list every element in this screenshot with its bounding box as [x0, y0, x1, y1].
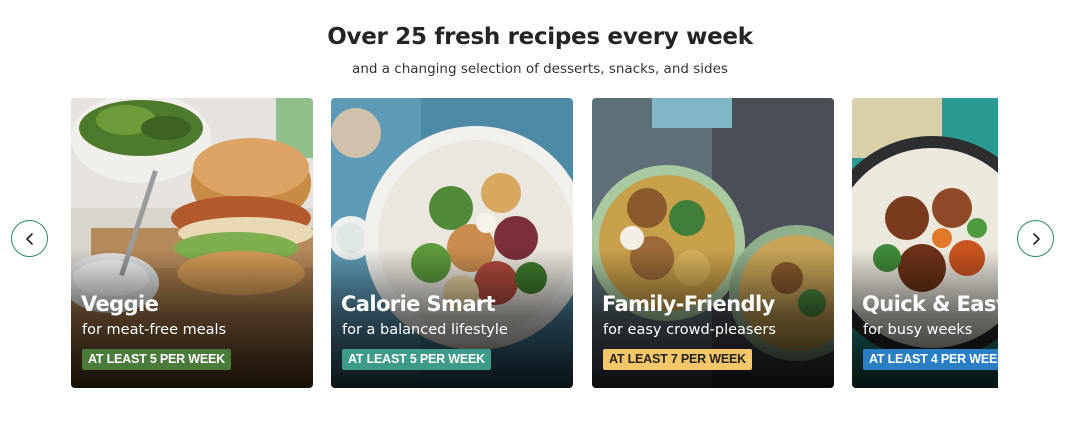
- card-title: Calorie Smart: [341, 292, 496, 316]
- card-title: Family-Friendly: [602, 292, 775, 316]
- category-card-family-friendly[interactable]: Family-Friendly for easy crowd-pleasers …: [592, 98, 834, 388]
- card-title: Veggie: [81, 292, 159, 316]
- carousel-prev-button[interactable]: [11, 220, 48, 257]
- card-description: for busy weeks: [863, 322, 973, 338]
- category-card-veggie[interactable]: Veggie for meat-free meals AT LEAST 5 PE…: [71, 98, 313, 388]
- category-card-quick-easy[interactable]: Quick & Easy for busy weeks AT LEAST 4 P…: [852, 98, 998, 388]
- section-heading: Over 25 fresh recipes every week: [327, 24, 753, 50]
- card-title: Quick & Easy: [862, 292, 998, 316]
- carousel-next-button[interactable]: [1017, 220, 1054, 257]
- recipe-category-carousel: Veggie for meat-free meals AT LEAST 5 PE…: [71, 98, 998, 388]
- category-card-calorie-smart[interactable]: Calorie Smart for a balanced lifestyle A…: [331, 98, 573, 388]
- chevron-right-icon: [1032, 232, 1040, 245]
- carousel-track: Veggie for meat-free meals AT LEAST 5 PE…: [71, 98, 998, 388]
- card-description: for meat-free meals: [82, 322, 227, 338]
- card-badge: AT LEAST 7 PER WEEK: [603, 349, 752, 370]
- section-subheading: and a changing selection of desserts, sn…: [352, 61, 728, 77]
- chevron-left-icon: [25, 232, 33, 245]
- card-badge: AT LEAST 5 PER WEEK: [82, 349, 231, 370]
- card-badge: AT LEAST 4 PER WEEK: [863, 349, 998, 370]
- card-description: for a balanced lifestyle: [342, 322, 508, 338]
- card-description: for easy crowd-pleasers: [603, 322, 776, 338]
- card-badge: AT LEAST 5 PER WEEK: [342, 349, 491, 370]
